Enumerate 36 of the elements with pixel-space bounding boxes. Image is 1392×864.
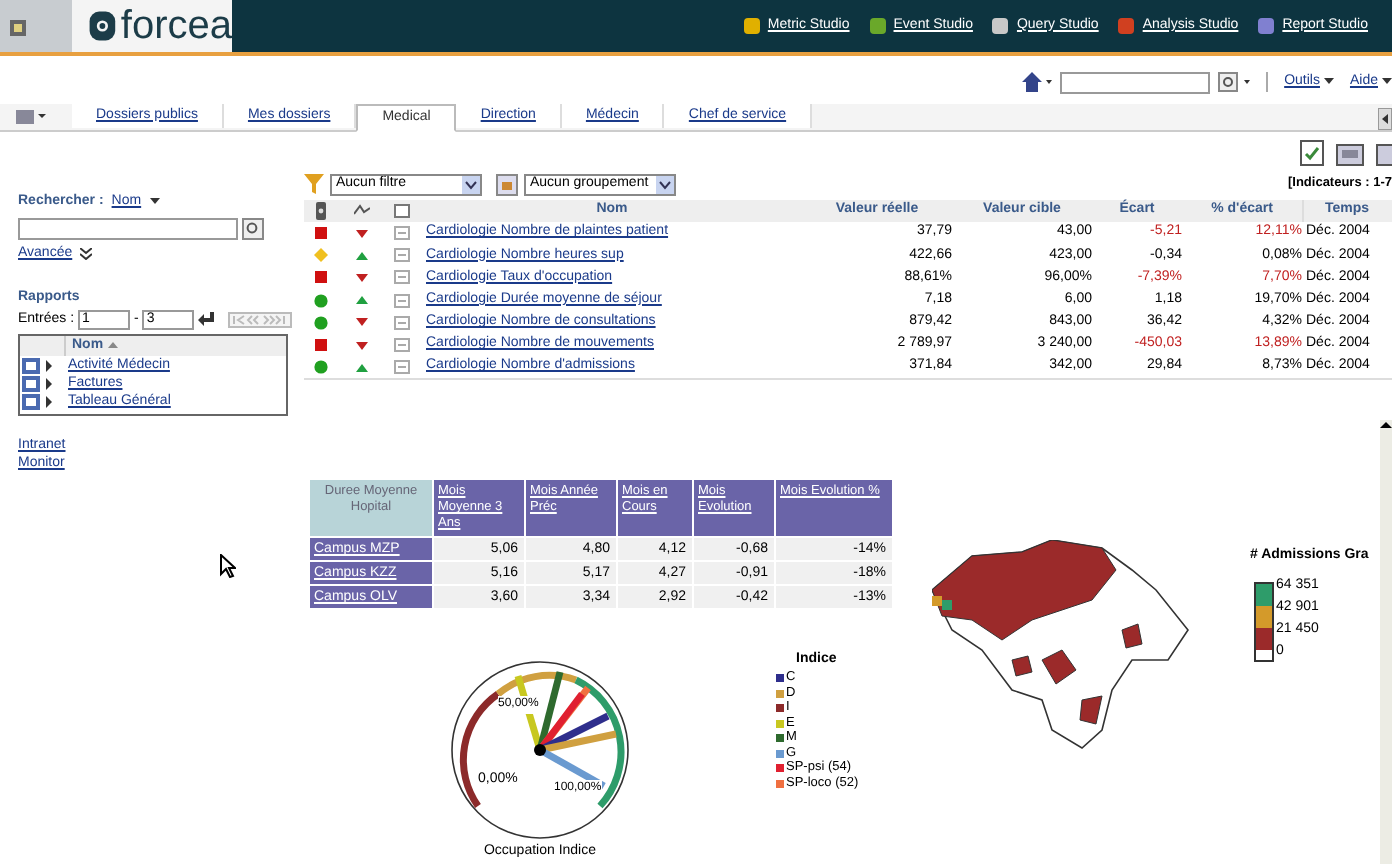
grouping-icon[interactable]: [496, 173, 518, 195]
logo-text: forcea: [120, 6, 232, 46]
caret-icon[interactable]: [149, 198, 160, 207]
studio-icon[interactable]: [992, 18, 1009, 34]
report-icon[interactable]: [22, 357, 54, 373]
expand-icon[interactable]: [80, 247, 93, 260]
page-layout-icon[interactable]: [1376, 140, 1392, 166]
search-input[interactable]: [18, 217, 238, 239]
chevron-icon: [462, 175, 480, 193]
logo-icon: [88, 6, 117, 46]
cursor-icon: [220, 554, 236, 578]
color-scale: [1254, 581, 1274, 661]
collapse-icon[interactable]: [1378, 108, 1392, 130]
page-refresh-icon[interactable]: [1300, 140, 1324, 166]
caret-icon[interactable]: [1323, 78, 1334, 86]
studio-icon[interactable]: [743, 18, 760, 34]
folder-menu-icon[interactable]: [16, 108, 48, 126]
sort-icon[interactable]: [107, 341, 118, 351]
search-icon[interactable]: [1218, 72, 1251, 92]
search-field[interactable]: [1060, 71, 1211, 93]
report-icon[interactable]: [22, 393, 54, 409]
search-icon[interactable]: [242, 217, 264, 239]
page-edit-icon[interactable]: [1336, 140, 1364, 166]
report-icon[interactable]: [22, 375, 54, 391]
studio-icon[interactable]: [1258, 18, 1275, 34]
scrollbar[interactable]: [1380, 420, 1392, 864]
enter-icon[interactable]: [198, 311, 217, 328]
building-icon[interactable]: [8, 16, 28, 36]
scroll-up-icon[interactable]: [1380, 420, 1392, 430]
caret-icon[interactable]: [1382, 78, 1392, 86]
trend-column-icon: [354, 202, 370, 220]
note-column-icon: [394, 202, 410, 220]
home-icon[interactable]: [1020, 72, 1053, 92]
status-column-icon: [314, 202, 330, 220]
chevron-icon: [656, 175, 674, 193]
studio-icon[interactable]: [869, 18, 886, 34]
